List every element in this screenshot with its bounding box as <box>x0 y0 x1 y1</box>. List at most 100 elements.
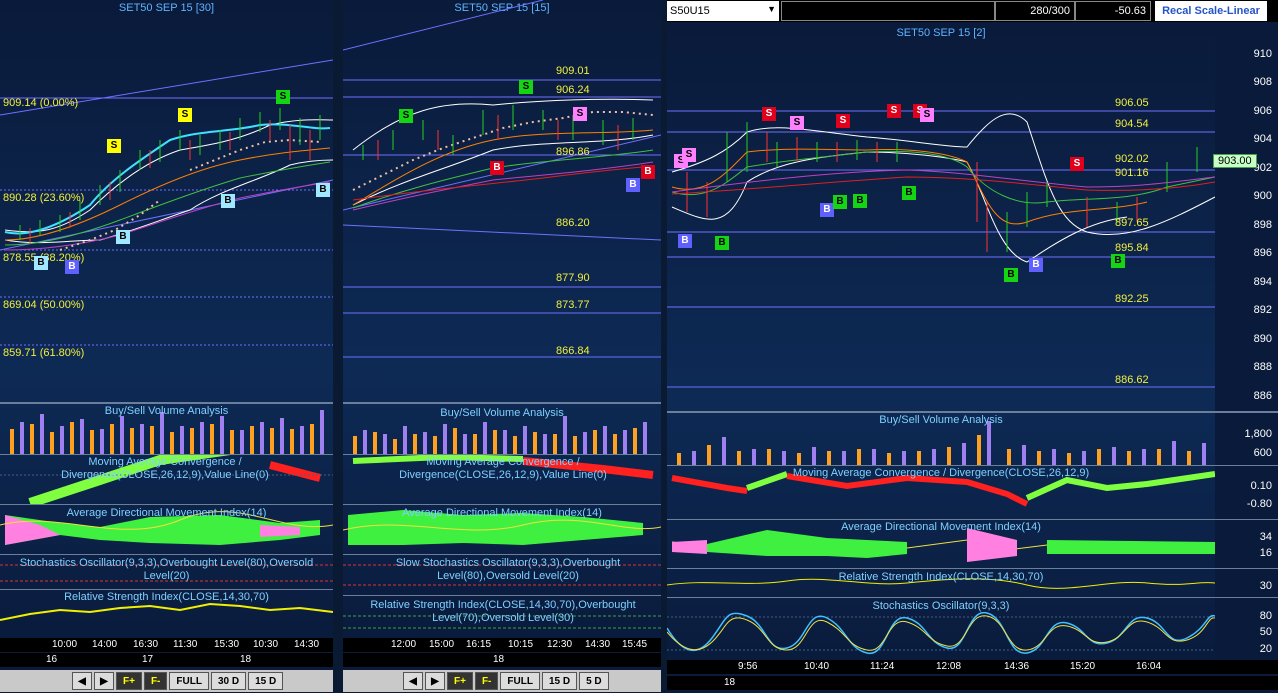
sell-signal-marker[interactable]: S <box>920 108 934 122</box>
adx-indicator-label: Average Directional Movement Index(14) <box>66 507 267 519</box>
fibonacci-minus-icon[interactable]: F- <box>474 672 499 690</box>
adx-indicator-label: Average Directional Movement Index(14) <box>841 521 1041 533</box>
level-label: 886.62 <box>1115 374 1149 386</box>
chart-panel-15min[interactable]: SET50 SEP 15 [15] 909.01 906.24 896.86 8… <box>343 0 661 670</box>
symbol-select[interactable]: S50U15 ▼ <box>667 1 779 21</box>
buy-signal-marker[interactable]: B <box>820 203 834 217</box>
buy-signal-marker[interactable]: S <box>399 109 413 123</box>
scroll-right-button[interactable]: ▶ <box>425 672 445 690</box>
chevron-down-icon: ▼ <box>767 4 776 14</box>
sell-signal-marker[interactable]: S <box>573 107 587 121</box>
stoch-indicator-label: Slow Stochastics Oscillator(9,3,3),Overb… <box>395 557 621 582</box>
level-label: 886.20 <box>556 217 590 229</box>
level-label: 897.65 <box>1115 217 1149 229</box>
sell-signal-marker[interactable]: B <box>641 165 655 179</box>
buy-signal-marker[interactable]: B <box>116 230 130 244</box>
buy-signal-marker[interactable]: B <box>1004 268 1018 282</box>
stoch-indicator-label: Stochastics Oscillator(9,3,3) <box>872 600 1010 612</box>
level-label: 901.16 <box>1115 167 1149 179</box>
sell-signal-marker[interactable]: S <box>790 116 804 130</box>
macd-indicator-label: Moving Average Convergence / Divergence(… <box>61 456 269 481</box>
level-label: 909.01 <box>556 65 590 77</box>
volume-indicator-label: Buy/Sell Volume Analysis <box>104 405 229 417</box>
fibonacci-plus-icon[interactable]: F+ <box>116 672 142 690</box>
scroll-left-button[interactable]: ◀ <box>403 672 423 690</box>
fibonacci-minus-icon[interactable]: F- <box>143 672 168 690</box>
chart-panel-2min[interactable]: SET50 SEP 15 [2] 906.05 904.54 902.02 90… <box>667 22 1278 693</box>
scroll-right-button[interactable]: ▶ <box>94 672 114 690</box>
range-30d-button[interactable]: 30 D <box>210 672 247 690</box>
price-axis: 910 908 906 904 902 900 898 896 894 892 … <box>1215 22 1278 412</box>
buy-signal-marker[interactable]: B <box>34 256 48 270</box>
volume-axis: 1,800 600 <box>1215 413 1278 465</box>
rsi-indicator-label: Relative Strength Index(CLOSE,14,30,70) <box>838 571 1044 583</box>
level-label: 866.84 <box>556 345 590 357</box>
buy-signal-marker[interactable]: S <box>519 80 533 94</box>
buy-signal-marker[interactable]: B <box>678 234 692 248</box>
buy-signal-marker[interactable]: B <box>833 195 847 209</box>
fib-level-0: 909.14 (0.00%) <box>3 97 79 109</box>
buy-signal-marker[interactable]: B <box>65 260 79 274</box>
macd-axis: 0.10 -0.80 <box>1215 466 1278 519</box>
panel3-toolbar: S50U15 ▼ 280/300 -50.63 Recal Scale-Line… <box>667 0 1278 22</box>
buy-signal-marker[interactable]: B <box>1111 254 1125 268</box>
time-axis: 10:00 14:00 16:30 11:30 15:30 10:30 14:3… <box>0 638 333 652</box>
level-label: 896.86 <box>556 146 590 158</box>
rsi-indicator-label: Relative Strength Index(CLOSE,14,30,70) <box>64 591 269 603</box>
full-range-button[interactable]: FULL <box>500 672 540 690</box>
buy-signal-marker[interactable]: B <box>715 236 729 250</box>
scroll-left-button[interactable]: ◀ <box>72 672 92 690</box>
day-axis: 18 <box>343 653 661 667</box>
range-5d-button[interactable]: 5 D <box>579 672 609 690</box>
stoch-indicator-label: Stochastics Oscillator(9,3,3),Overbought… <box>19 557 314 582</box>
buy-signal-marker[interactable]: B <box>902 186 916 200</box>
bars-count-field: 280/300 <box>995 1 1075 21</box>
sell-signal-marker[interactable]: S <box>107 139 121 153</box>
price-chart[interactable] <box>343 0 661 400</box>
sell-signal-marker[interactable]: S <box>178 108 192 122</box>
stoch-axis: 80 50 20 <box>1215 598 1278 662</box>
time-axis: 12:00 15:00 16:15 10:15 12:30 14:30 15:4… <box>343 638 661 652</box>
day-axis: 16 17 18 <box>0 653 333 667</box>
volume-indicator-label: Buy/Sell Volume Analysis <box>879 414 1003 426</box>
panel1-toolbar: ◀ ▶ F+ F- FULL 30 D 15 D <box>0 670 333 692</box>
rsi-axis: 30 <box>1215 569 1278 597</box>
chart-panel-30min[interactable]: SET50 SEP 15 [30] 909.14 (0.00%) 890.28 … <box>0 0 333 670</box>
macd-indicator-label: Moving Average Convergence / Divergence(… <box>792 467 1090 479</box>
level-label: 877.90 <box>556 272 590 284</box>
sell-signal-marker[interactable]: S <box>682 148 696 162</box>
buy-signal-marker[interactable]: B <box>1029 258 1043 272</box>
level-label: 902.02 <box>1115 153 1149 165</box>
level-label: 873.77 <box>556 299 590 311</box>
full-range-button[interactable]: FULL <box>169 672 209 690</box>
buy-signal-marker[interactable]: S <box>276 90 290 104</box>
sell-signal-marker[interactable]: B <box>490 161 504 175</box>
adx-axis: 34 16 <box>1215 520 1278 568</box>
adx-indicator-label: Average Directional Movement Index(14) <box>402 507 602 519</box>
level-label: 906.24 <box>556 84 590 96</box>
sell-signal-marker[interactable]: S <box>887 104 901 118</box>
symbol-select-value: S50U15 <box>670 5 710 17</box>
fibonacci-plus-icon[interactable]: F+ <box>447 672 473 690</box>
volume-indicator-label: Buy/Sell Volume Analysis <box>440 407 564 419</box>
range-15d-button[interactable]: 15 D <box>248 672 284 690</box>
time-axis: 9:56 10:40 11:24 12:08 14:36 15:20 16:04 <box>667 660 1278 674</box>
blank-field <box>781 1 995 21</box>
panel2-toolbar: ◀ ▶ F+ F- FULL 15 D 5 D <box>343 670 661 692</box>
buy-signal-marker[interactable]: B <box>316 183 330 197</box>
level-label: 892.25 <box>1115 293 1149 305</box>
buy-signal-marker[interactable]: B <box>626 178 640 192</box>
fib-level-23: 890.28 (23.60%) <box>3 192 85 204</box>
fib-level-61: 859.71 (61.80%) <box>3 347 85 359</box>
buy-signal-marker[interactable]: B <box>221 194 235 208</box>
sell-signal-marker[interactable]: S <box>762 107 776 121</box>
sell-signal-marker[interactable]: S <box>1070 157 1084 171</box>
current-price-tag: 903.00 <box>1213 154 1257 168</box>
range-15d-button[interactable]: 15 D <box>541 672 578 690</box>
macd-indicator-label: Moving Average Convergence / Divergence(… <box>399 456 607 481</box>
buy-signal-marker[interactable]: B <box>853 194 867 208</box>
recal-scale-button[interactable]: Recal Scale-Linear <box>1155 1 1267 21</box>
level-label: 895.84 <box>1115 242 1149 254</box>
value-field: -50.63 <box>1075 1 1151 21</box>
sell-signal-marker[interactable]: S <box>836 114 850 128</box>
